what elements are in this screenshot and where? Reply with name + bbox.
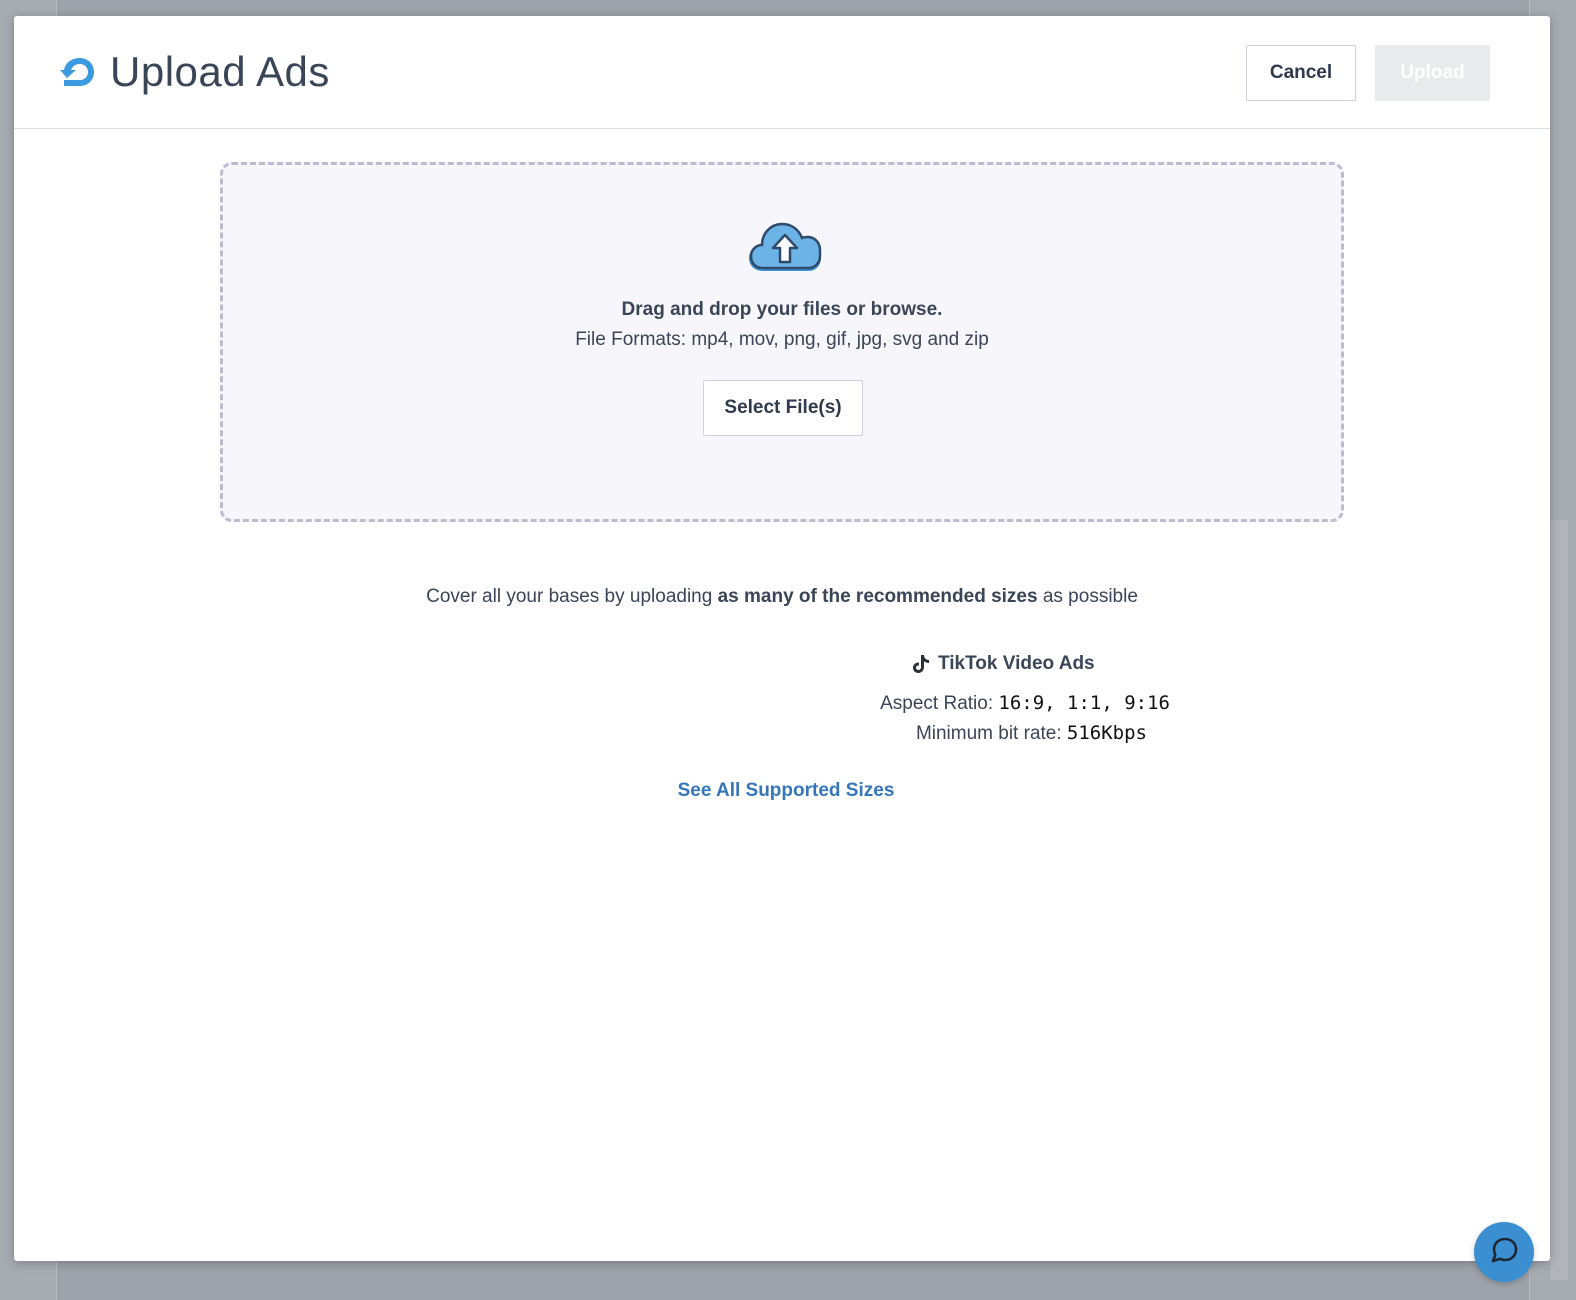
bitrate-value: 516Kbps [1066, 722, 1147, 744]
page-title: Upload Ads [110, 48, 330, 95]
bitrate-label: Minimum bit rate: [915, 723, 1067, 744]
tiktok-heading: TikTok Video Ads [912, 653, 1095, 675]
recommendation-prefix: Cover all your bases by uploading [426, 586, 718, 607]
backdrop-scrollbar [1550, 520, 1568, 1280]
bitrate-row: Minimum bit rate: 516Kbps [916, 722, 1147, 745]
select-files-button[interactable]: Select File(s) [703, 380, 863, 436]
chat-button[interactable] [1474, 1222, 1534, 1282]
recommendation-suffix: as possible [1037, 586, 1138, 607]
file-dropzone[interactable]: Drag and drop your files or browse. File… [220, 162, 1344, 522]
upload-ads-modal: Upload Ads Cancel Upload Drag and drop y… [14, 16, 1550, 1261]
tiktok-icon [912, 654, 930, 674]
cancel-button[interactable]: Cancel [1246, 45, 1356, 101]
upload-button[interactable]: Upload [1375, 45, 1490, 101]
aspect-ratio-label: Aspect Ratio: [880, 693, 999, 714]
brand-logo-icon [60, 56, 96, 88]
chat-bubble-icon [1490, 1236, 1518, 1269]
cloud-upload-icon [747, 218, 823, 276]
dropzone-title: Drag and drop your files or browse. [621, 299, 943, 320]
tiktok-heading-label: TikTok Video Ads [938, 653, 1095, 674]
recommendation-emphasis: as many of the recommended sizes [717, 586, 1038, 607]
aspect-ratio-row: Aspect Ratio: 16:9, 1:1, 9:16 [880, 692, 1170, 715]
modal-header: Upload Ads Cancel Upload [14, 16, 1550, 129]
aspect-ratio-value: 16:9, 1:1, 9:16 [998, 692, 1170, 714]
see-all-sizes-link[interactable]: See All Supported Sizes [14, 780, 1550, 802]
recommendation-text: Cover all your bases by uploading as man… [14, 586, 1550, 608]
dropzone-formats: File Formats: mp4, mov, png, gif, jpg, s… [575, 329, 989, 350]
